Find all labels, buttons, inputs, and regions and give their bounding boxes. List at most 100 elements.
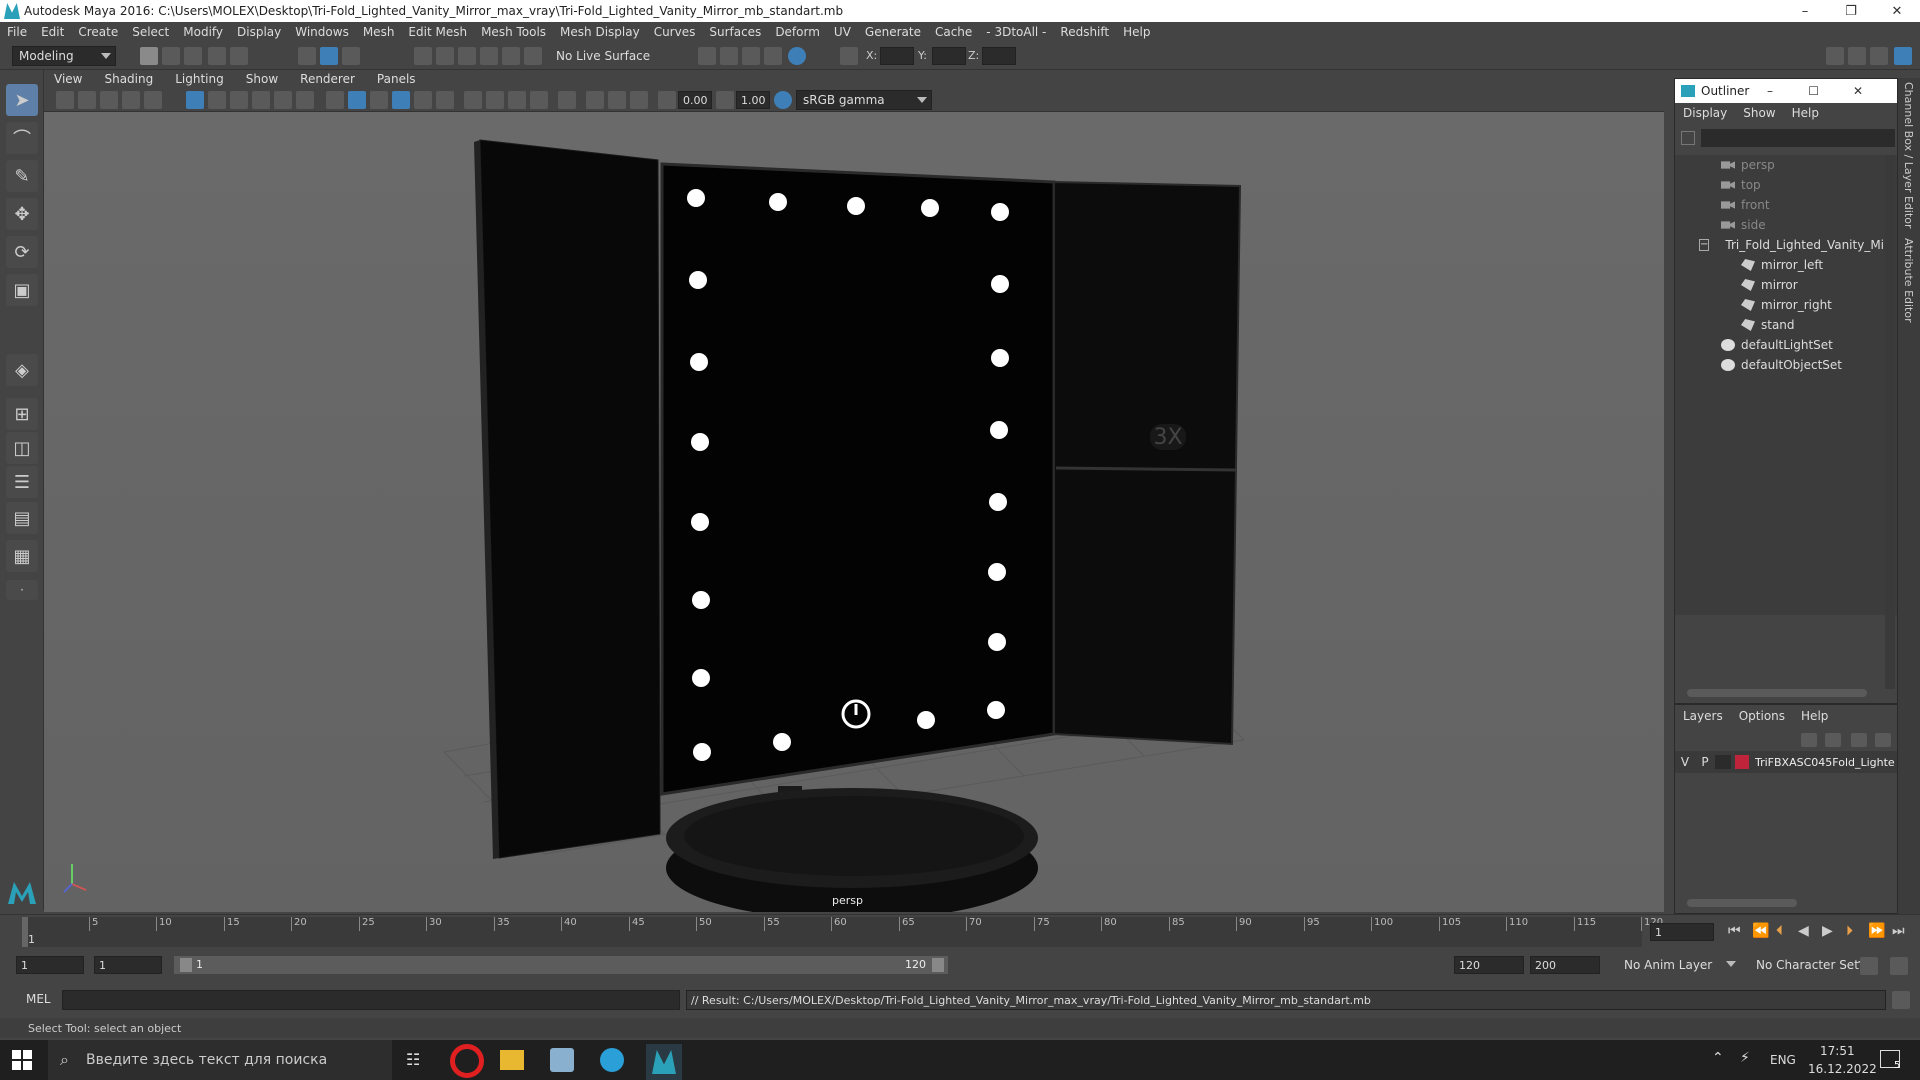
layer-visibility-toggle[interactable]: V [1675, 755, 1695, 769]
gate-mask-icon[interactable] [252, 91, 270, 109]
menu-redshift[interactable]: Redshift [1053, 25, 1116, 39]
render-settings-icon[interactable] [764, 47, 782, 65]
step-back-button[interactable]: ⏪ [1752, 923, 1769, 939]
wireframe-icon[interactable] [326, 91, 344, 109]
snap-curve-icon[interactable] [436, 47, 454, 65]
layer-menu-options[interactable]: Options [1731, 709, 1793, 723]
time-slider[interactable]: 5 10 15 20 25 30 35 40 45 50 55 60 65 70 75 80 85 90 95 100… [0, 914, 1920, 948]
use-default-material-icon[interactable] [370, 91, 388, 109]
clock-date[interactable]: 16.12.2022 [1808, 1062, 1877, 1076]
outliner-item[interactable]: persp [1675, 155, 1885, 175]
color-management-icon[interactable] [774, 91, 792, 109]
maya-taskbar-button[interactable] [646, 1044, 682, 1080]
render-view-icon[interactable] [720, 47, 738, 65]
menu-display[interactable]: Display [230, 25, 288, 39]
gamma-field[interactable]: 1.00 [736, 91, 770, 109]
attribute-editor-tab[interactable]: Attribute Editor [1902, 238, 1915, 323]
film-gate-icon[interactable] [208, 91, 226, 109]
go-to-start-button[interactable]: ⏮ [1728, 923, 1741, 939]
outliner-item[interactable]: − Tri_Fold_Lighted_Vanity_Mir [1675, 235, 1889, 255]
bookmark-icon[interactable] [100, 91, 118, 109]
move-tool-button[interactable]: ✥ [6, 198, 38, 230]
command-input[interactable] [62, 990, 680, 1010]
layout-four-view-button[interactable]: ⊞ [6, 398, 38, 430]
anim-preferences-icon[interactable] [1890, 957, 1908, 975]
time-ruler[interactable]: 5 10 15 20 25 30 35 40 45 50 55 60 65 70 75 80 85 90 95 100… [22, 917, 1663, 947]
step-forward-key-button[interactable]: ⏵ [1846, 923, 1853, 939]
outliner-item[interactable]: mirror_left [1675, 255, 1885, 275]
anim-layer-dropdown[interactable]: No Anim Layer [1618, 955, 1740, 975]
layer-move-up-icon[interactable] [1801, 733, 1817, 747]
channel-box-icon[interactable] [1894, 47, 1912, 65]
grease-pencil-icon[interactable] [144, 91, 162, 109]
outliner-item[interactable]: front [1675, 195, 1885, 215]
attribute-editor-icon[interactable] [1848, 47, 1866, 65]
outliner-item[interactable]: defaultLightSet [1675, 335, 1885, 355]
xray-joints-icon[interactable] [608, 91, 626, 109]
network-icon[interactable]: ⚡ [1740, 1050, 1750, 1066]
tool-settings-icon[interactable] [1870, 47, 1888, 65]
ambient-occlusion-icon[interactable] [486, 91, 504, 109]
new-layer-icon[interactable] [1851, 733, 1867, 747]
modeling-toolkit-icon[interactable] [1826, 47, 1844, 65]
safe-action-icon[interactable] [296, 91, 314, 109]
layer-playback-toggle[interactable]: P [1695, 755, 1715, 769]
task-view-icon[interactable]: ☷ [406, 1050, 420, 1069]
outliner-search-input[interactable] [1701, 129, 1895, 147]
layout-outliner-button[interactable]: ☰ [6, 466, 38, 498]
menu-select[interactable]: Select [125, 25, 176, 39]
select-object-icon[interactable] [320, 47, 338, 65]
telegram-icon[interactable] [600, 1048, 624, 1072]
open-scene-icon[interactable] [162, 47, 180, 65]
menu-uv[interactable]: UV [827, 25, 858, 39]
outliner-menu-help[interactable]: Help [1784, 106, 1827, 120]
redo-icon[interactable] [230, 47, 248, 65]
menu-modify[interactable]: Modify [176, 25, 230, 39]
snap-surface-icon[interactable] [502, 47, 520, 65]
more-layouts-button[interactable]: · [6, 580, 38, 600]
range-slider-bar[interactable]: 1 120 [174, 956, 948, 974]
playback-start-field[interactable]: 1 [94, 956, 162, 974]
live-surface-label[interactable]: No Live Surface [556, 49, 650, 63]
exposure-field[interactable]: 0.00 [678, 91, 712, 109]
new-scene-icon[interactable] [140, 47, 158, 65]
layer-menu-help[interactable]: Help [1793, 709, 1836, 723]
maximize-button[interactable]: ❐ [1828, 0, 1874, 22]
layer-row[interactable]: V P TriFBXASC045Fold_Lighte [1675, 751, 1897, 773]
menu-curves[interactable]: Curves [647, 25, 703, 39]
channel-box-tab[interactable]: Channel Box / Layer Editor [1902, 82, 1915, 229]
playback-end-field[interactable]: 120 [1454, 956, 1524, 974]
select-component-icon[interactable] [342, 47, 360, 65]
character-set-dropdown[interactable]: No Character Set [1750, 955, 1872, 975]
paint-select-tool-button[interactable]: ✎ [6, 160, 38, 192]
ipr-render-icon[interactable] [742, 47, 760, 65]
scale-tool-button[interactable]: ▣ [6, 274, 38, 306]
windows-start-icon[interactable] [12, 1050, 32, 1070]
range-start-handle[interactable] [180, 958, 192, 972]
panel-menu-view[interactable]: View [44, 72, 93, 86]
field-chart-icon[interactable] [274, 91, 292, 109]
collapse-icon[interactable]: − [1699, 239, 1710, 251]
panel-menu-shading[interactable]: Shading [93, 72, 164, 86]
outliner-item[interactable]: mirror_right [1675, 295, 1885, 315]
camera-select-icon[interactable] [56, 91, 74, 109]
layer-move-down-icon[interactable] [1825, 733, 1841, 747]
color-space-dropdown[interactable]: sRGB gamma [796, 90, 932, 110]
shadows-icon[interactable] [464, 91, 482, 109]
isolate-select-icon[interactable] [558, 91, 576, 109]
layer-color-swatch[interactable] [1735, 755, 1749, 769]
menu-generate[interactable]: Generate [858, 25, 928, 39]
outliner-item[interactable]: top [1675, 175, 1885, 195]
animation-start-field[interactable]: 1 [16, 956, 84, 974]
transform-mode-icon[interactable] [840, 47, 858, 65]
menu-mesh[interactable]: Mesh [356, 25, 402, 39]
save-scene-icon[interactable] [184, 47, 202, 65]
xray-icon[interactable] [586, 91, 604, 109]
chevron-up-icon[interactable]: ⌃ [1712, 1050, 1724, 1066]
undo-icon[interactable] [208, 47, 226, 65]
lasso-tool-button[interactable]: ⌒ [6, 122, 38, 154]
language-indicator[interactable]: ENG [1770, 1053, 1796, 1067]
grid-toggle-icon[interactable] [186, 91, 204, 109]
play-back-button[interactable]: ◀ [1798, 923, 1809, 939]
go-to-end-button[interactable]: ⏭ [1892, 923, 1905, 939]
